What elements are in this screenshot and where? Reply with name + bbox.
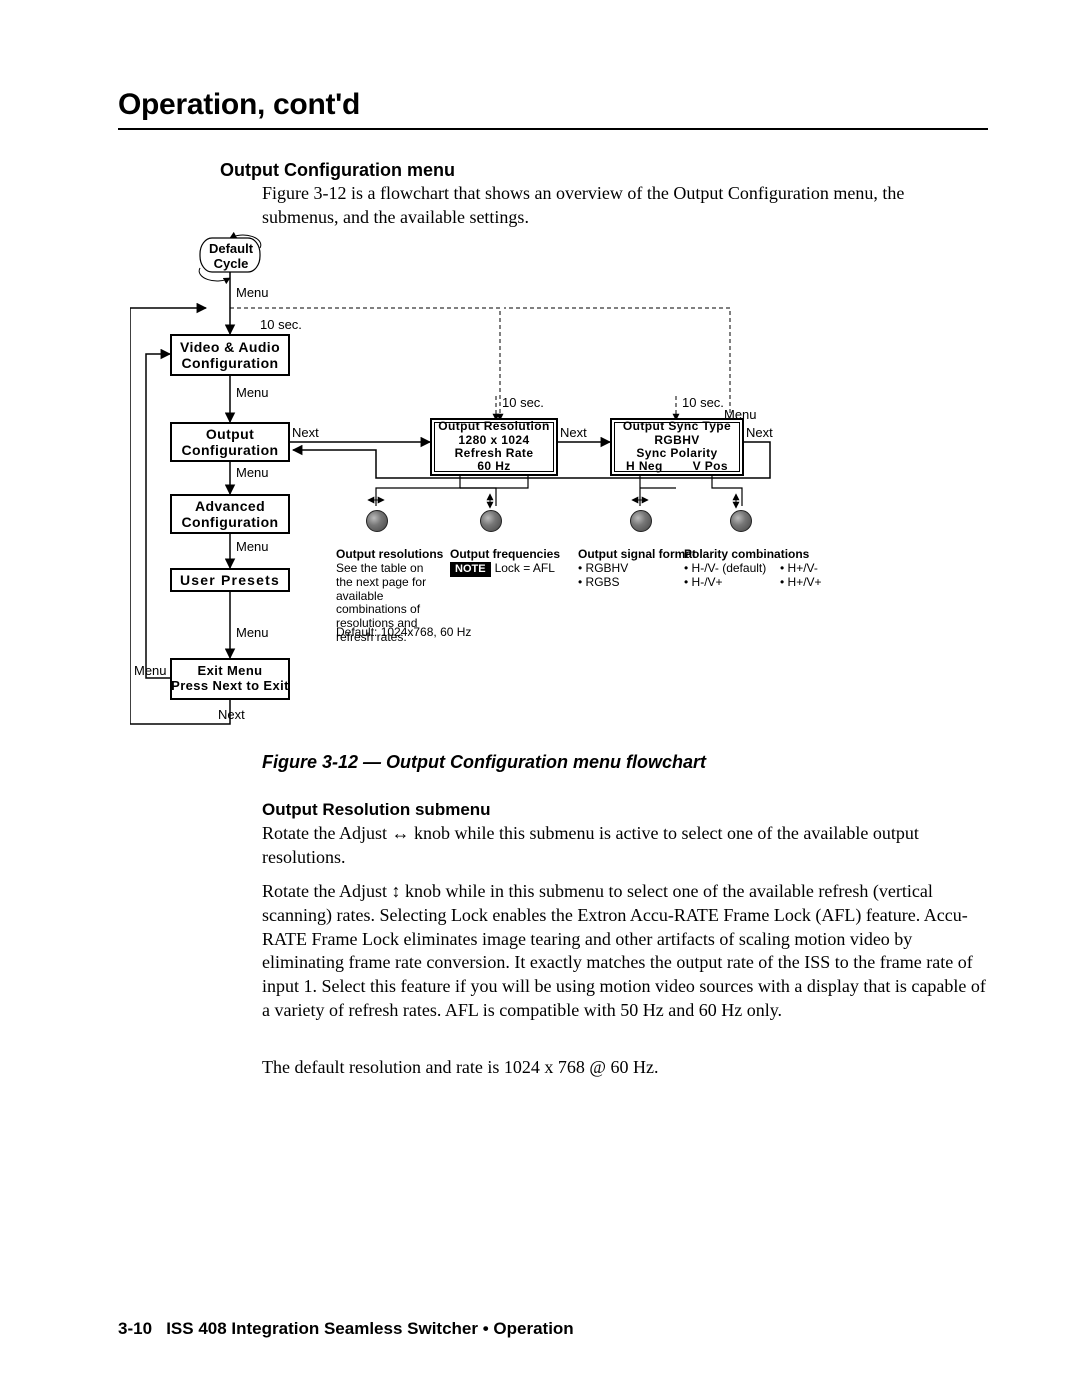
next-label-2: Next (560, 426, 587, 441)
sig-item-0: • RGBHV (578, 562, 628, 576)
node-advanced-config: Advanced Configuration (170, 494, 290, 534)
menu-label-exit: Menu (134, 664, 167, 679)
note-badge: NOTE (450, 562, 491, 577)
node-video-audio: Video & Audio Configuration (170, 334, 290, 376)
col-head-outfreq: Output frequencies (450, 548, 560, 562)
default-cycle-label: Default Cycle (206, 242, 256, 272)
knob-icon (366, 510, 388, 532)
subsection-title: Output Resolution submenu (262, 800, 491, 820)
page-footer: 3-10 ISS 408 Integration Seamless Switch… (118, 1319, 574, 1339)
sub-p1: Rotate the Adjust ↔ knob while this subm… (262, 822, 982, 870)
ten-sec-1: 10 sec. (260, 318, 302, 333)
page-header: Operation, cont'd (118, 88, 988, 130)
page-number: 3-10 (118, 1319, 152, 1338)
menu-label-3: Menu (236, 466, 269, 481)
node-output-sync: Output Sync Type RGBHV Sync Polarity H N… (610, 418, 744, 476)
node-exit-menu: Exit Menu Press Next to Exit (170, 658, 290, 700)
footer-text: ISS 408 Integration Seamless Switcher • … (166, 1319, 573, 1338)
col-default-outres: Default: 1024x768, 60 Hz (336, 626, 471, 640)
page-title: Operation, cont'd (118, 88, 988, 122)
next-label-1: Next (292, 426, 319, 441)
knob-icon (480, 510, 502, 532)
section-title: Output Configuration menu (220, 160, 455, 181)
col-note-outfreq: NOTE Lock = AFL (450, 562, 555, 577)
col-head-outsig: Output signal format (578, 548, 696, 562)
figure-caption: Figure 3-12 — Output Configuration menu … (262, 752, 706, 773)
menu-label-5: Menu (236, 626, 269, 641)
pol-r0: • H+/V- (780, 562, 818, 576)
section-intro: Figure 3-12 is a flowchart that shows an… (262, 182, 962, 230)
menu-label-4: Menu (236, 540, 269, 555)
ten-sec-3: 10 sec. (682, 396, 724, 411)
next-label-3: Next (746, 426, 773, 441)
menu-label-2: Menu (236, 386, 269, 401)
pol-l0: • H-/V- (default) (684, 562, 766, 576)
knob-icon (630, 510, 652, 532)
pol-r1: • H+/V+ (780, 576, 822, 590)
pol-l1: • H-/V+ (684, 576, 723, 590)
knob-icon (730, 510, 752, 532)
ten-sec-2: 10 sec. (502, 396, 544, 411)
col-head-pol: Polarity combinations (684, 548, 809, 562)
sig-item-1: • RGBS (578, 576, 620, 590)
next-label-bottom: Next (218, 708, 245, 723)
sub-p2: Rotate the Adjust ↕ knob while in this s… (262, 880, 988, 1023)
horiz-arrows-icon: ↔ (392, 823, 410, 843)
flowchart: Default Cycle Menu 10 sec. Menu Menu Men… (130, 228, 966, 740)
vert-arrows-icon: ↕ (392, 881, 401, 901)
sub-p3: The default resolution and rate is 1024 … (262, 1056, 982, 1080)
node-user-presets: User Presets (170, 568, 290, 592)
node-output-resolution: Output Resolution 1280 x 1024 Refresh Ra… (430, 418, 558, 476)
menu-label-1: Menu (236, 286, 269, 301)
note-text: Lock = AFL (495, 561, 555, 575)
col-head-outres: Output resolutions (336, 548, 443, 562)
node-output-config: Output Configuration (170, 422, 290, 462)
